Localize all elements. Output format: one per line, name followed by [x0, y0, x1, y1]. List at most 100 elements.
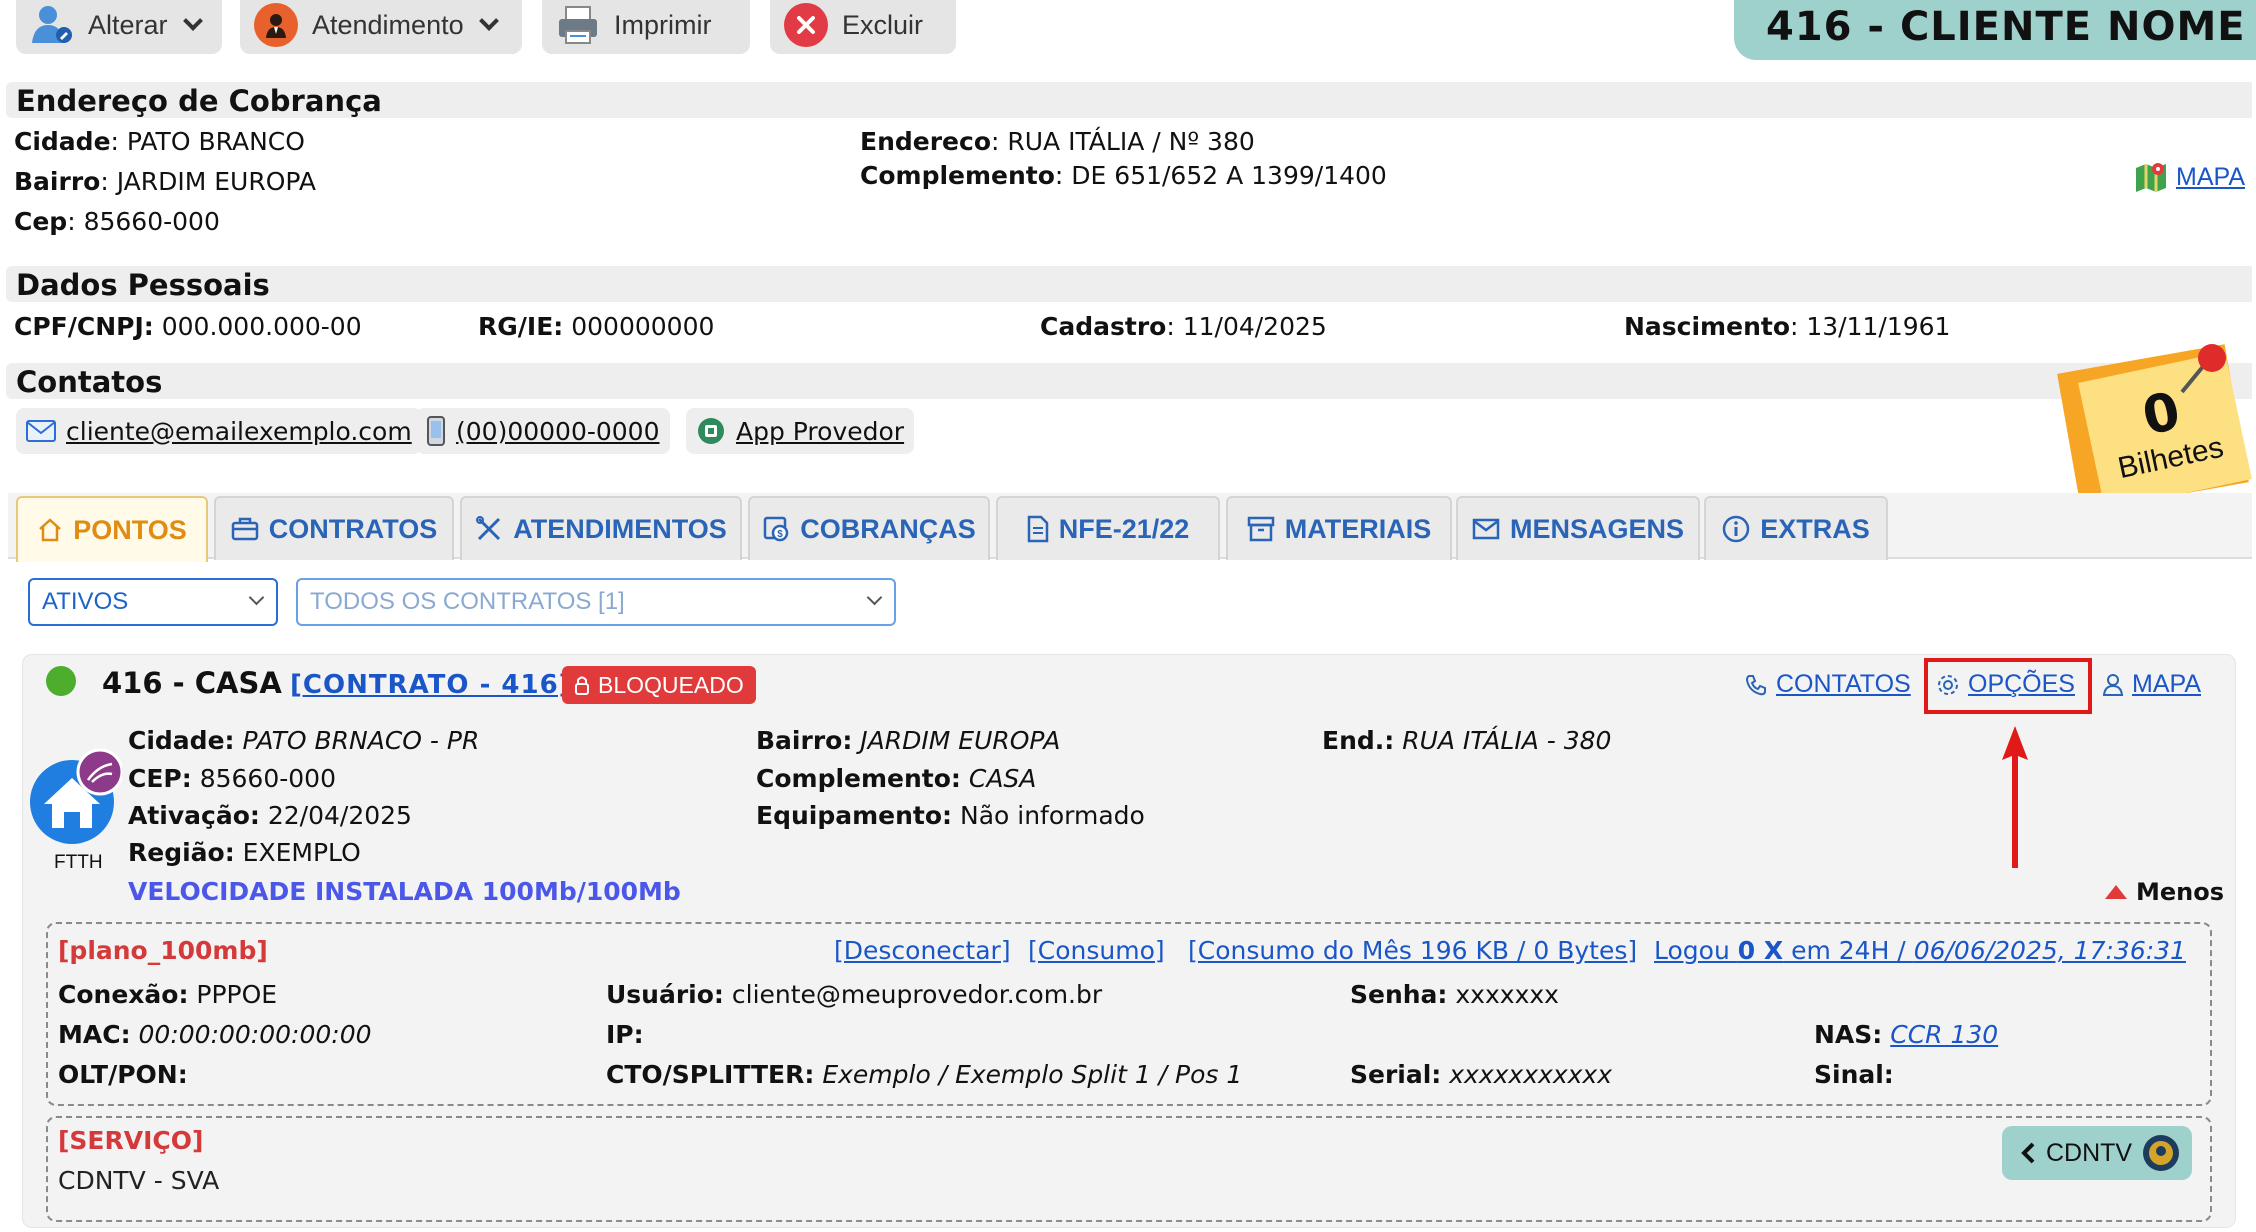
service-name: CDNTV - SVA — [58, 1166, 220, 1195]
atendimento-label: Atendimento — [312, 9, 464, 40]
personal-cadastro: Cadastro: 11/04/2025 — [1040, 312, 1327, 341]
tab-pontos[interactable]: PONTOS — [16, 496, 208, 562]
plan-usuario: Usuário: cliente@meuprovedor.com.br — [606, 980, 1103, 1009]
chevron-left-icon — [2021, 1142, 2035, 1164]
billing-map-link[interactable]: MAPA — [2134, 160, 2245, 194]
point-bairro: Bairro: JARDIM EUROPA — [756, 726, 1061, 755]
mail-icon — [26, 420, 56, 442]
document-icon — [1027, 515, 1048, 543]
service-box — [46, 1116, 2212, 1222]
client-title: 416 - CLIENTE NOME — [1734, 0, 2256, 60]
point-complemento: Complemento: CASA — [756, 764, 1037, 793]
pin-icon — [2180, 344, 2226, 394]
close-circle-icon — [784, 3, 828, 47]
tab-atendimentos[interactable]: ATENDIMENTOS — [460, 496, 742, 560]
blocked-badge: BLOQUEADO — [562, 666, 756, 704]
plan-mac: MAC: 00:00:00:00:00:00 — [58, 1020, 372, 1049]
info-icon — [1722, 515, 1750, 543]
plan-conexao: Conexão: PPPOE — [58, 980, 278, 1009]
point-equipamento: Equipamento: Não informado — [756, 801, 1145, 830]
imprimir-button[interactable]: Imprimir — [542, 0, 750, 54]
map-icon — [2136, 163, 2166, 192]
svg-text:$: $ — [777, 529, 783, 540]
envelope-icon — [1472, 518, 1500, 540]
triangle-up-icon — [2105, 885, 2127, 899]
cdntv-button[interactable]: CDNTV — [2002, 1126, 2192, 1180]
contacts-heading: Contatos — [6, 363, 2252, 399]
point-cep: CEP: 85660-000 — [128, 764, 336, 793]
plan-olt: OLT/PON: — [58, 1060, 188, 1089]
chevron-down-icon — [248, 589, 265, 606]
plan-serial: Serial: xxxxxxxxxxx — [1350, 1060, 1612, 1089]
point-regiao: Região: EXEMPLO — [128, 838, 361, 867]
contact-phone[interactable]: (00)00000-0000 — [416, 408, 670, 454]
desconectar-link[interactable]: [Desconectar] — [834, 936, 1011, 965]
alterar-button[interactable]: Alterar — [16, 0, 222, 54]
plan-ip: IP: — [606, 1020, 644, 1049]
printer-icon — [556, 3, 600, 47]
opcoes-link[interactable]: OPÇÕES — [1936, 670, 2075, 699]
tools-icon — [476, 516, 501, 541]
contact-app[interactable]: App Provedor — [686, 408, 915, 454]
plan-nas: NAS: CCR 130 — [1814, 1020, 1999, 1049]
tab-extras[interactable]: EXTRAS — [1704, 496, 1888, 560]
service-heading: [SERVIÇO] — [58, 1126, 204, 1155]
consumo-mes-link[interactable]: [Consumo do Mês 196 KB / 0 Bytes] — [1188, 936, 1637, 965]
ftth-label: FTTH — [54, 852, 103, 873]
point-velocidade: VELOCIDADE INSTALADA 100Mb/100Mb — [128, 877, 681, 906]
lock-icon — [575, 676, 589, 695]
archive-box-icon — [1247, 516, 1274, 542]
online-status-dot — [46, 666, 76, 696]
logou-link[interactable]: Logou 0 X em 24H / 06/06/2025, 17:36:31 — [1654, 936, 2186, 965]
tab-materiais[interactable]: MATERIAIS — [1226, 496, 1452, 560]
app-icon — [698, 418, 724, 444]
tab-nfe[interactable]: NFE-21/22 — [996, 496, 1220, 560]
alterar-label: Alterar — [88, 9, 168, 40]
consumo-link[interactable]: [Consumo] — [1028, 936, 1165, 965]
mobile-phone-icon — [427, 416, 445, 446]
chevron-down-icon — [182, 11, 203, 31]
plan-cto: CTO/SPLITTER: Exemplo / Exemplo Split 1 … — [606, 1060, 1243, 1089]
billing-complemento: Complemento: DE 651/652 A 1399/1400 — [860, 161, 1387, 190]
personal-rg: RG/IE: 000000000 — [478, 312, 715, 341]
chevron-down-icon — [866, 589, 883, 606]
arrow-up-icon — [2002, 726, 2028, 868]
gear-icon — [1938, 674, 1958, 695]
cdntv-logo-icon — [2143, 1135, 2180, 1171]
menos-toggle[interactable]: Menos — [2104, 878, 2224, 906]
imprimir-label: Imprimir — [614, 9, 712, 40]
person-pin-icon — [2102, 673, 2124, 696]
tab-cobrancas[interactable]: $ COBRANÇAS — [748, 496, 990, 560]
plan-senha: Senha: xxxxxxx — [1350, 980, 1559, 1009]
point-cidade: Cidade: PATO BRNACO - PR — [128, 726, 480, 755]
plan-name: [plano_100mb] — [58, 936, 268, 965]
home-icon — [39, 518, 62, 542]
personal-nascimento: Nascimento: 13/11/1961 — [1624, 312, 1951, 341]
attendant-icon — [254, 3, 298, 47]
billing-cep: Cep: 85660-000 — [14, 207, 220, 236]
personal-cpf: CPF/CNPJ: 000.000.000-00 — [14, 312, 362, 341]
atendimento-button[interactable]: Atendimento — [240, 0, 522, 54]
tab-contratos[interactable]: CONTRATOS — [214, 496, 454, 560]
phone-icon — [1745, 674, 1766, 695]
billing-cidade: Cidade: PATO BRANCO — [14, 127, 305, 156]
ftth-house-icon — [30, 748, 122, 844]
billing-endereco: Endereco: RUA ITÁLIA / Nº 380 — [860, 127, 1255, 156]
point-mapa-link[interactable]: MAPA — [2102, 670, 2201, 699]
user-edit-icon — [30, 3, 74, 47]
point-end: End.: RUA ITÁLIA - 380 — [1322, 726, 1612, 755]
contact-email[interactable]: cliente@emailexemplo.com — [16, 408, 422, 454]
contatos-link[interactable]: CONTATOS — [1744, 670, 1911, 699]
excluir-button[interactable]: Excluir — [770, 0, 956, 54]
briefcase-icon — [231, 517, 258, 541]
billing-icon: $ — [764, 516, 789, 542]
status-select[interactable]: ATIVOS — [28, 578, 278, 626]
excluir-label: Excluir — [842, 9, 924, 40]
contracts-select[interactable]: TODOS OS CONTRATOS [1] — [296, 578, 896, 626]
billing-bairro: Bairro: JARDIM EUROPA — [14, 167, 316, 196]
plan-sinal: Sinal: — [1814, 1060, 1894, 1089]
tab-mensagens[interactable]: MENSAGENS — [1456, 496, 1700, 560]
billing-heading: Endereço de Cobrança — [6, 82, 2252, 118]
contract-link[interactable]: [CONTRATO - 416] — [290, 670, 572, 700]
personal-heading: Dados Pessoais — [6, 266, 2252, 302]
